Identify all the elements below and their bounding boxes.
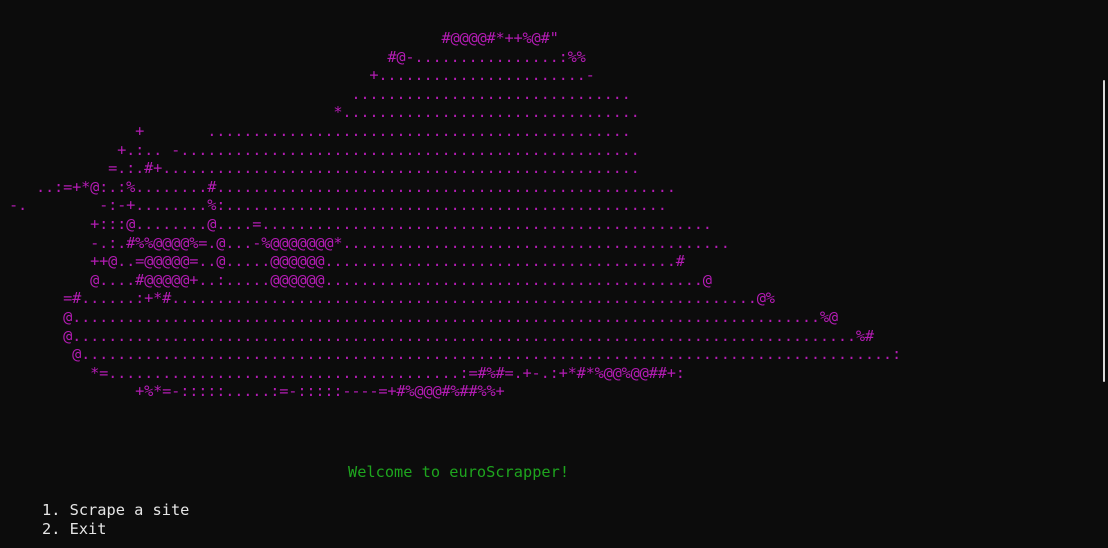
menu-item-scrape-site[interactable]: 1. Scrape a site bbox=[42, 501, 189, 520]
ascii-art-line: +%*=-:::::.....:=-:::::----=+#%@@@#%##%%… bbox=[0, 382, 505, 401]
ascii-art-line: @....#@@@@@+..:.....@@@@@@..............… bbox=[0, 270, 712, 289]
main-menu: 1. Scrape a site 2. Exit bbox=[42, 501, 189, 539]
ascii-art-line: -. -:-+........%:.......................… bbox=[0, 196, 667, 215]
ascii-art-line: +:::@........@....=.....................… bbox=[0, 214, 712, 233]
ascii-art-line: *=......................................… bbox=[0, 363, 685, 382]
ascii-art-line: #@@@@#*++%@#" bbox=[0, 29, 559, 47]
welcome-message: Welcome to euroScrapper! bbox=[348, 463, 570, 481]
ascii-art-line: @.......................................… bbox=[0, 307, 838, 326]
ascii-art-line: ..:=+*@:.:%........#....................… bbox=[0, 177, 676, 196]
menu-item-label: Scrape a site bbox=[69, 501, 190, 519]
menu-item-exit[interactable]: 2. Exit bbox=[42, 520, 189, 539]
ascii-art-line: ++@..=@@@@@=..@.....@@@@@@..............… bbox=[0, 252, 685, 271]
ascii-art-line: ............................... bbox=[0, 84, 631, 103]
terminal-scrollbar[interactable] bbox=[1103, 80, 1105, 382]
menu-item-number: 1. bbox=[42, 501, 61, 519]
menu-item-label: Exit bbox=[69, 520, 107, 538]
menu-item-number: 2. bbox=[42, 520, 61, 538]
ascii-art-line: =.:.#+..................................… bbox=[0, 159, 640, 178]
ascii-art-banner: #@@@@#*++%@#" #@-................:%% +..… bbox=[0, 29, 901, 401]
ascii-art-line: @.......................................… bbox=[0, 326, 874, 345]
ascii-art-line: @.......................................… bbox=[0, 345, 901, 364]
ascii-art-line: +.......................- bbox=[0, 66, 595, 85]
ascii-art-line: -.:.#%%@@@@%=.@...-%@@@@@@@*............… bbox=[0, 233, 730, 252]
ascii-art-line: =#......:+*#............................… bbox=[0, 289, 775, 308]
ascii-art-line: #@-................:%% bbox=[0, 47, 586, 66]
ascii-art-line: + ......................................… bbox=[0, 121, 631, 140]
ascii-art-line: *................................. bbox=[0, 103, 640, 122]
ascii-art-line: +.:.. -.................................… bbox=[0, 140, 640, 159]
terminal-window: #@@@@#*++%@#" #@-................:%% +..… bbox=[0, 0, 1108, 548]
